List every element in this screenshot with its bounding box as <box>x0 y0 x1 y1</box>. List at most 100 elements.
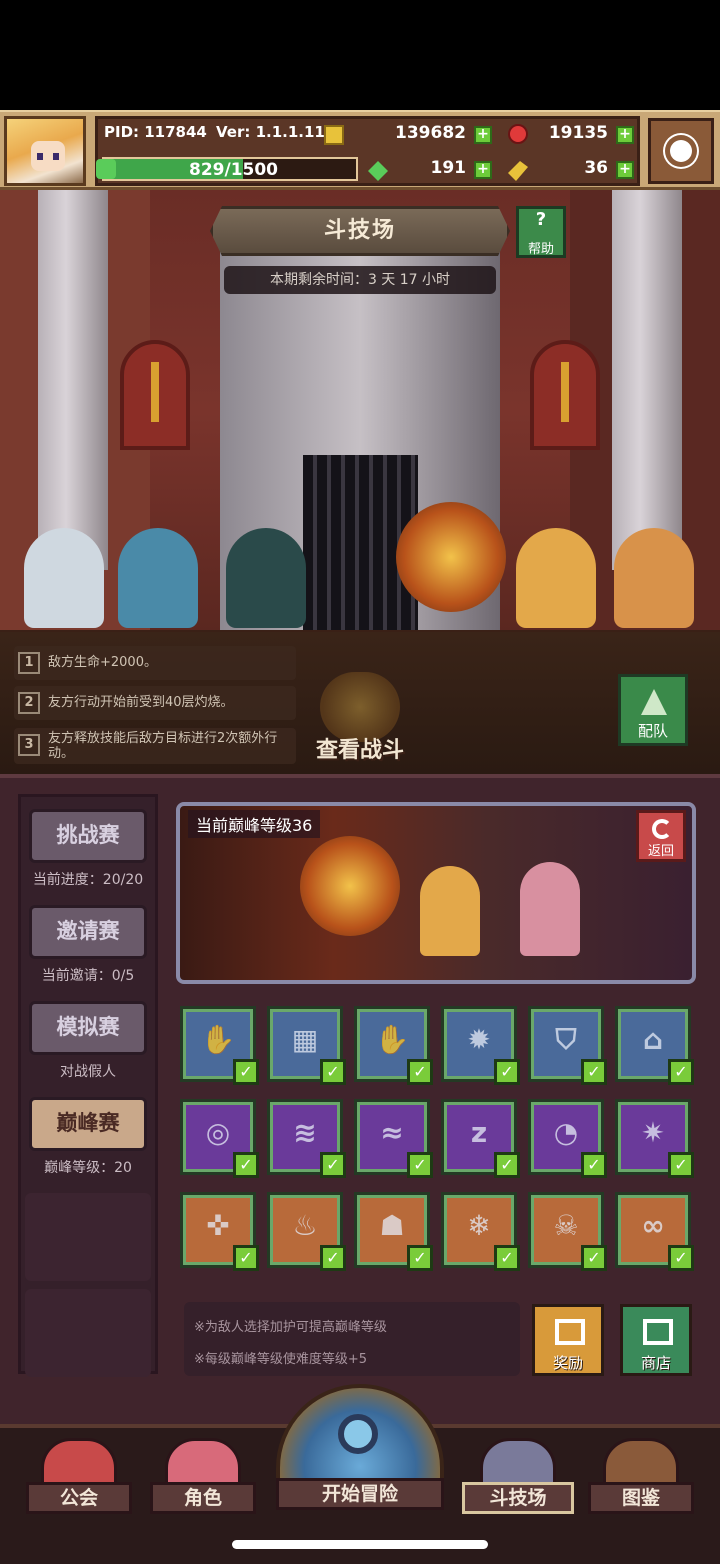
tornado-icon: ≋ <box>293 1116 317 1149</box>
key-icon <box>508 161 528 181</box>
blessing-tile[interactable]: ◎ ✓ <box>180 1099 259 1178</box>
enemy-character-ears <box>614 528 694 628</box>
infinity-icon: ∞ <box>641 1209 665 1242</box>
modifier-3: 3 友方释放技能后敌方目标进行2次额外行动。 <box>14 728 296 764</box>
mode-simulation-button[interactable]: 模拟赛 <box>29 1001 147 1055</box>
blessing-tile[interactable]: ✹ ✓ <box>441 1006 520 1085</box>
ally-character-swordsman <box>226 528 306 628</box>
mode-challenge-button[interactable]: 挑战赛 <box>29 809 147 863</box>
blessing-tile[interactable]: ✜ ✓ <box>180 1192 259 1271</box>
pillar <box>612 190 682 570</box>
sword-icon <box>561 362 569 422</box>
magnifier-icon <box>338 1414 378 1454</box>
home-indicator[interactable] <box>232 1540 488 1549</box>
blessing-tile[interactable]: ♨ ✓ <box>267 1192 346 1271</box>
return-icon <box>652 819 672 839</box>
blessing-tile[interactable]: ✋ ✓ <box>180 1006 259 1085</box>
nav-codex[interactable]: 图鉴 <box>588 1438 694 1528</box>
blessing-tile[interactable]: z ✓ <box>441 1099 520 1178</box>
blessing-tile[interactable]: ▦ ✓ <box>267 1006 346 1085</box>
nav-character[interactable]: 角色 <box>150 1438 256 1528</box>
blessing-tile[interactable]: ✷ ✓ <box>615 1099 694 1178</box>
help-button[interactable]: ? 帮助 <box>516 206 566 258</box>
gold-coin-icon <box>324 125 344 145</box>
check-icon: ✓ <box>320 1245 346 1271</box>
question-icon: ? <box>535 209 547 230</box>
skull-icon: ☠ <box>553 1209 579 1242</box>
tips-box: ※为敌人选择加护可提高巅峰等级 ※每级巅峰等级使难度等级+5 <box>184 1302 520 1376</box>
sleep-icon: z <box>470 1116 488 1149</box>
palm-icon: ✋ <box>374 1023 410 1056</box>
add-clover-button[interactable]: + <box>474 161 492 179</box>
check-icon: ✓ <box>581 1152 607 1178</box>
blessing-grid: ✋ ✓ ▦ ✓ ✋ ✓ ✹ ✓ ⛉ ✓ ⌂ ✓ ◎ ✓ ≋ ✓ ≈ ✓ z ✓ ◔ ✓ ✷ ✓ ✜ ✓ ♨ ✓ ☗ ✓ ❄ ✓ ☠ ✓ ∞ ✓ <box>180 1006 700 1286</box>
key-amount: 36 <box>584 158 608 178</box>
settings-button[interactable] <box>648 118 714 184</box>
modifier-number: 2 <box>18 692 40 714</box>
peak-level-text: 当前巅峰等级36 <box>188 810 321 838</box>
nav-guild-label: 公会 <box>26 1482 132 1514</box>
add-gems-button[interactable]: + <box>616 126 634 144</box>
ally-character-white <box>24 528 104 628</box>
bug-icon: ✜ <box>206 1209 230 1242</box>
blessing-tile[interactable]: ∞ ✓ <box>615 1192 694 1271</box>
sword-banner <box>120 340 190 450</box>
blessing-tile[interactable]: ☠ ✓ <box>528 1192 607 1271</box>
watch-battle-label: 查看战斗 <box>315 738 404 763</box>
check-icon: ✓ <box>668 1245 694 1271</box>
energy-icon <box>96 159 116 179</box>
add-keys-button[interactable]: + <box>616 161 634 179</box>
mode-simulation-sub: 对战假人 <box>60 1064 116 1080</box>
clover-icon <box>368 161 388 181</box>
reward-label: 奖励 <box>552 1354 583 1372</box>
blessing-tile[interactable]: ◔ ✓ <box>528 1099 607 1178</box>
nav-adventure-label: 开始冒险 <box>276 1478 444 1510</box>
mode-challenge-sub: 当前进度：20/20 <box>32 872 144 888</box>
fire-icon: ♨ <box>292 1209 318 1242</box>
wall-icon: ▦ <box>291 1023 319 1056</box>
blessing-tile[interactable]: ❄ ✓ <box>441 1192 520 1271</box>
player-avatar[interactable] <box>4 116 86 186</box>
blessing-tile[interactable]: ⛉ ✓ <box>528 1006 607 1085</box>
nav-arena-label: 斗技场 <box>462 1482 574 1514</box>
mode-peak-button[interactable]: 巅峰赛 <box>29 1097 147 1151</box>
nav-adventure[interactable]: 开始冒险 <box>276 1384 444 1534</box>
nav-codex-label: 图鉴 <box>588 1482 694 1514</box>
player-id: PID: 117844 <box>104 123 207 141</box>
check-icon: ✓ <box>407 1245 433 1271</box>
check-icon: ✓ <box>407 1152 433 1178</box>
spiral-icon: ◎ <box>205 1116 231 1149</box>
check-icon: ✓ <box>494 1152 520 1178</box>
blessing-tile[interactable]: ☗ ✓ <box>354 1192 433 1271</box>
return-button[interactable]: 返回 <box>636 810 686 862</box>
nav-arena[interactable]: 斗技场 <box>462 1438 574 1528</box>
modifier-text: 敌方生命+2000。 <box>48 655 157 670</box>
avatar-eye <box>53 153 59 160</box>
empty-mode-slot <box>25 1193 151 1281</box>
sword-icon <box>151 362 159 422</box>
modifier-text: 友方行动开始前受到40层灼烧。 <box>48 695 234 710</box>
shop-button[interactable]: 商店 <box>620 1304 692 1376</box>
check-icon: ✓ <box>494 1245 520 1271</box>
team-setup-button[interactable]: 配队 <box>618 674 688 746</box>
check-icon: ✓ <box>320 1152 346 1178</box>
add-gold-button[interactable]: + <box>474 126 492 144</box>
arena-title: 斗技场 <box>210 206 510 256</box>
modifier-text: 友方释放技能后敌方目标进行2次额外行动。 <box>48 731 278 761</box>
blessing-tile[interactable]: ✋ ✓ <box>354 1006 433 1085</box>
mode-invite-button[interactable]: 邀请赛 <box>29 905 147 959</box>
blessing-tile[interactable]: ≋ ✓ <box>267 1099 346 1178</box>
blessing-tile[interactable]: ≈ ✓ <box>354 1099 433 1178</box>
tip-text: ※为敌人选择加护可提高巅峰等级 <box>194 1320 387 1335</box>
check-icon: ✓ <box>320 1059 346 1085</box>
energy-bar: 829/1500 <box>102 157 358 181</box>
enemy-fire-orb <box>396 502 506 612</box>
nav-guild[interactable]: 公会 <box>26 1438 132 1528</box>
red-gem-icon <box>508 124 528 144</box>
tombstone-icon: ⌂ <box>642 1023 664 1056</box>
reward-button[interactable]: 奖励 <box>532 1304 604 1376</box>
top-bar: PID: 117844 Ver: 1.1.1.11 139682 + 19135… <box>0 110 720 190</box>
return-label: 返回 <box>647 844 674 859</box>
blessing-tile[interactable]: ⌂ ✓ <box>615 1006 694 1085</box>
watch-battle-button[interactable]: 查看战斗 <box>300 668 420 768</box>
